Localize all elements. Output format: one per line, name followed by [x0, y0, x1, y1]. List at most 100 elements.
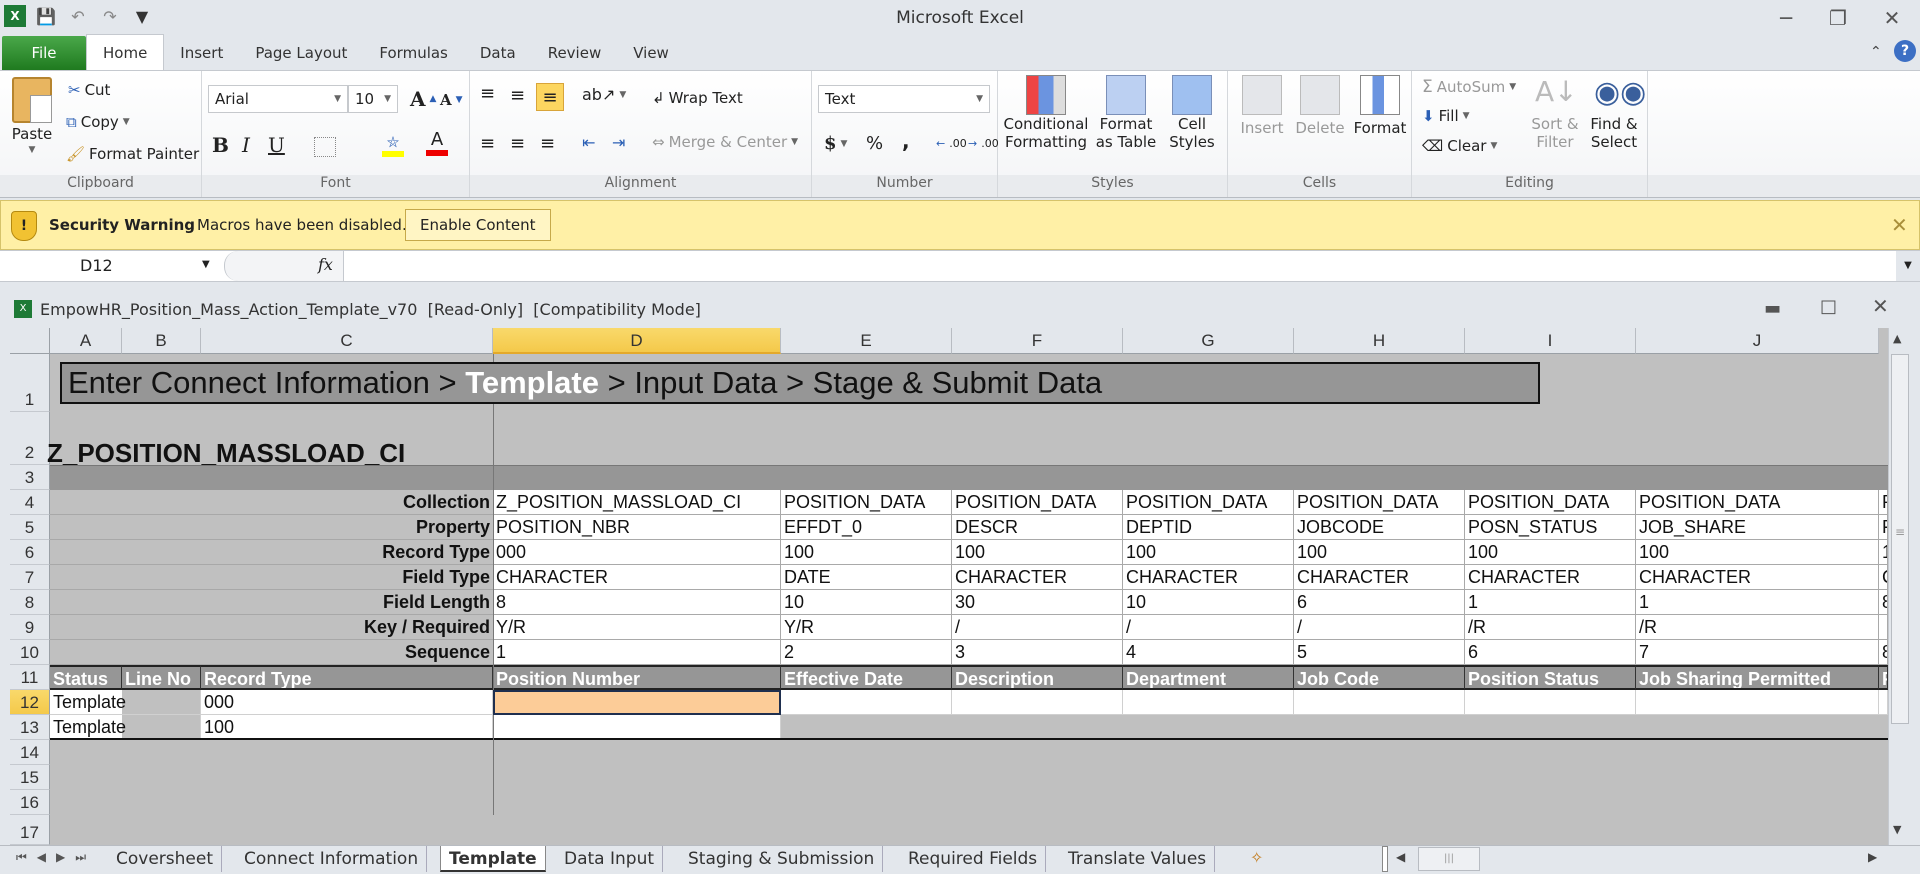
sheet-tab-data-input[interactable]: Data Input — [556, 846, 664, 872]
data-cell[interactable] — [952, 690, 1123, 715]
percent-button[interactable]: % — [866, 133, 883, 154]
spreadsheet-grid[interactable]: ABCDEFGHIJ 1 2 3 4 5 6 7 8 9 10 11 12 13 14 15 16 17 Ent… — [10, 328, 1910, 845]
workbook-close-button[interactable]: ✕ — [1872, 294, 1889, 318]
scroll-left-icon[interactable]: ◀ — [1396, 850, 1405, 864]
data-cell[interactable] — [1123, 690, 1294, 715]
underline-button[interactable]: U — [268, 133, 285, 157]
increase-decimal-button[interactable]: ← .00 — [936, 137, 967, 150]
copy-button[interactable]: ⧉ Copy ▼ — [66, 113, 130, 131]
row-header-8[interactable]: 8 — [10, 590, 50, 615]
data-cell[interactable] — [1294, 690, 1465, 715]
data-cell[interactable] — [1465, 690, 1636, 715]
position-number-cell[interactable] — [493, 690, 781, 715]
merge-center-button[interactable]: ⇔ Merge & Center ▼ — [652, 133, 798, 151]
row-header-12[interactable]: 12 — [10, 690, 50, 715]
align-center-icon[interactable]: ≡ — [510, 133, 525, 154]
format-painter-button[interactable]: 🖌 Format Painter — [66, 145, 199, 163]
sheet-tab-required-fields[interactable]: Required Fields — [900, 846, 1047, 872]
font-size-combo[interactable]: 10 ▼ — [348, 85, 398, 113]
top-align-icon[interactable]: ≡ — [480, 83, 495, 104]
currency-button[interactable]: $ ▼ — [824, 133, 847, 154]
align-right-icon[interactable]: ≡ — [540, 133, 555, 154]
tab-data[interactable]: Data — [464, 36, 532, 70]
cut-button[interactable]: ✂ Cut — [68, 81, 110, 99]
line-no-cell[interactable] — [122, 715, 201, 740]
column-header-a[interactable]: A — [50, 328, 122, 354]
sheet-tab-connect-information[interactable]: Connect Information — [236, 846, 428, 872]
column-header-c[interactable]: C — [201, 328, 493, 354]
status-cell[interactable]: Template — [50, 715, 126, 740]
column-header-f[interactable]: F — [952, 328, 1123, 354]
column-header-i[interactable]: I — [1465, 328, 1636, 354]
insert-function-icon[interactable]: fx — [318, 255, 333, 274]
tab-view[interactable]: View — [617, 36, 685, 70]
font-name-combo[interactable]: Arial ▼ — [208, 85, 348, 113]
record-type-cell[interactable]: 100 — [201, 715, 493, 740]
bottom-align-icon[interactable]: ≡ — [536, 83, 564, 111]
formula-input[interactable] — [345, 251, 1895, 281]
data-cell[interactable] — [1636, 690, 1879, 715]
workbook-minimize-button[interactable]: ▬ — [1764, 298, 1781, 319]
row-header-16[interactable]: 16 — [10, 790, 50, 815]
row-header-15[interactable]: 15 — [10, 765, 50, 790]
sheet-nav-buttons[interactable]: ⏮◀▶⏭ — [16, 850, 96, 865]
cell-styles-button[interactable]: Cell Styles — [1162, 75, 1222, 151]
close-button[interactable]: ✕ — [1872, 4, 1912, 32]
vertical-scroll-thumb[interactable]: ≡ — [1891, 354, 1909, 724]
help-icon[interactable]: ? — [1894, 40, 1916, 62]
find-select-button[interactable]: ◉◉ Find & Select — [1586, 75, 1646, 151]
row-header-17[interactable]: 17 — [10, 815, 50, 845]
shrink-font-button[interactable]: A ▼ — [440, 91, 463, 109]
tab-insert[interactable]: Insert — [164, 36, 239, 70]
row-header-1[interactable]: 1 — [10, 354, 50, 412]
delete-cells-button[interactable]: Delete — [1294, 75, 1346, 137]
minimize-ribbon-icon[interactable]: ⌃ — [1870, 44, 1882, 60]
wrap-text-button[interactable]: ↲ Wrap Text — [652, 89, 743, 107]
scroll-right-icon[interactable]: ▶ — [1868, 850, 1877, 864]
data-cell[interactable] — [1879, 690, 1888, 715]
name-box-dropdown-icon[interactable]: ▼ — [202, 259, 210, 270]
enable-content-button[interactable]: Enable Content — [405, 209, 551, 241]
conditional-formatting-button[interactable]: Conditional Formatting — [1004, 75, 1088, 151]
column-header-g[interactable]: G — [1123, 328, 1294, 354]
record-type-cell[interactable]: 000 — [201, 690, 493, 715]
name-box[interactable]: D12 — [0, 251, 222, 281]
sheet-tab-staging-submission[interactable]: Staging & Submission — [680, 846, 884, 872]
vertical-scrollbar[interactable]: ▲ ≡ ▼ — [1888, 328, 1910, 845]
decrease-decimal-button[interactable]: → .00 — [968, 137, 999, 150]
decrease-indent-icon[interactable]: ⇤ — [582, 133, 595, 152]
column-header-h[interactable]: H — [1294, 328, 1465, 354]
horizontal-scroll-thumb[interactable]: ||| — [1418, 847, 1480, 871]
row-header-7[interactable]: 7 — [10, 565, 50, 590]
borders-icon[interactable] — [314, 137, 336, 157]
position-number-cell[interactable] — [493, 715, 781, 740]
close-warning-icon[interactable]: ✕ — [1891, 213, 1908, 237]
column-header-j[interactable]: J — [1636, 328, 1879, 354]
tab-split-handle[interactable] — [1382, 846, 1388, 872]
status-cell[interactable]: Template — [50, 690, 126, 715]
tab-page-layout[interactable]: Page Layout — [239, 36, 363, 70]
row-header-6[interactable]: 6 — [10, 540, 50, 565]
comma-button[interactable]: , — [902, 129, 910, 153]
tab-formulas[interactable]: Formulas — [363, 36, 463, 70]
expand-formula-icon[interactable]: ▼ — [1896, 251, 1920, 281]
horizontal-scrollbar[interactable]: ◀ ||| ▶ — [1390, 846, 1890, 872]
tab-file[interactable]: File — [2, 36, 86, 70]
row-header-13[interactable]: 13 — [10, 715, 50, 740]
grow-font-button[interactable]: A ▲ — [410, 87, 436, 111]
orientation-icon[interactable]: ab↗ ▼ — [582, 85, 626, 104]
row-header-3[interactable]: 3 — [10, 465, 50, 490]
column-header-b[interactable]: B — [122, 328, 201, 354]
scroll-up-icon[interactable]: ▲ — [1893, 332, 1901, 345]
bold-button[interactable]: B — [212, 133, 229, 157]
sheet-tab-translate-values[interactable]: Translate Values — [1060, 846, 1216, 872]
insert-sheet-icon[interactable]: ✧ — [1250, 848, 1263, 867]
fill-color-button[interactable]: ⛦ — [382, 133, 404, 157]
font-color-button[interactable]: A — [426, 129, 448, 156]
workbook-restore-button[interactable]: □ — [1820, 296, 1837, 317]
number-format-combo[interactable]: Text ▼ — [818, 85, 990, 113]
row-header-11[interactable]: 11 — [10, 665, 50, 690]
row-header-4[interactable]: 4 — [10, 490, 50, 515]
italic-button[interactable]: I — [242, 133, 250, 157]
sheet-tab-template[interactable]: Template — [440, 846, 546, 872]
